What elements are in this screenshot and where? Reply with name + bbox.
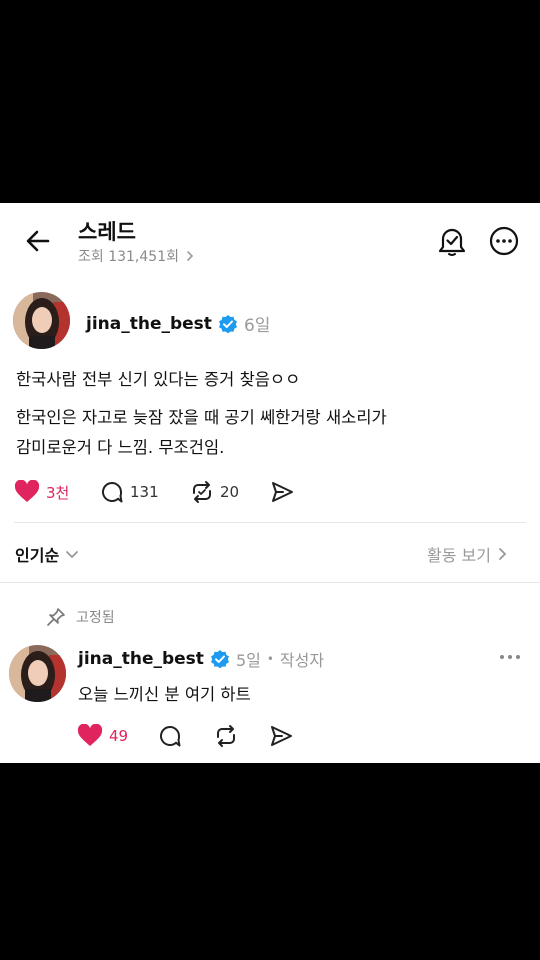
comment-like-button[interactable]: 49	[77, 724, 128, 748]
repost-button[interactable]: 20	[190, 480, 239, 504]
notification-bell-icon	[438, 228, 466, 256]
sort-dropdown[interactable]: 인기순	[15, 542, 79, 566]
reply-button[interactable]: 131	[100, 480, 159, 504]
pin-icon	[47, 608, 65, 626]
comment-age: 5일	[235, 651, 261, 670]
verified-badge-icon	[210, 650, 229, 669]
chevron-right-icon	[187, 251, 194, 261]
post-body-line-1: 한국인은 자고로 늦잠 잤을 때 공기 쎄한거랑 새소리가	[16, 408, 387, 427]
like-button[interactable]: 3천	[14, 480, 69, 504]
repost-icon	[193, 481, 211, 503]
divider	[14, 522, 526, 523]
reply-count: 131	[130, 483, 159, 501]
post-age: 6일	[243, 316, 271, 336]
sort-label: 인기순	[15, 546, 60, 565]
comment-more-button[interactable]	[498, 651, 522, 663]
chevron-down-icon	[66, 551, 79, 559]
page-title: 스레드	[78, 220, 136, 244]
share-icon	[271, 726, 292, 746]
post-author-row: jina_the_best 6일	[86, 311, 271, 337]
divider	[0, 582, 540, 583]
comment-text: 오늘 느끼신 분 여기 하트	[78, 685, 251, 704]
chevron-right-icon	[499, 548, 507, 560]
more-horizontal-icon	[500, 655, 520, 659]
post-body-line-2: 감미로운거 다 느낌. 무조건임.	[16, 438, 225, 457]
post-headline: 한국사람 전부 신기 있다는 증거 찾음ㅇㅇ	[16, 370, 301, 389]
heart-icon	[77, 724, 103, 746]
more-options-icon	[489, 226, 519, 256]
comment-like-count: 49	[109, 727, 129, 745]
meta-separator: •	[266, 652, 274, 666]
reply-icon	[160, 726, 181, 747]
reply-icon	[102, 482, 123, 503]
back-button[interactable]	[24, 227, 52, 255]
notification-button[interactable]	[437, 225, 467, 257]
verified-badge-icon	[218, 314, 237, 333]
repost-count: 20	[220, 483, 240, 501]
comment-username[interactable]: jina_the_best	[78, 649, 204, 669]
comment-reply-button[interactable]	[158, 724, 182, 748]
repost-icon	[217, 725, 235, 747]
view-activity-link[interactable]: 활동 보기	[427, 542, 507, 566]
back-arrow-icon	[26, 230, 50, 252]
pinned-indicator: 고정됨	[46, 607, 115, 627]
heart-icon	[14, 480, 40, 502]
comment-author-avatar[interactable]	[9, 645, 66, 702]
view-activity-label: 활동 보기	[427, 546, 491, 565]
view-count-label: 조회 131,451회	[78, 249, 179, 265]
share-button[interactable]	[270, 480, 294, 504]
more-options-button[interactable]	[489, 226, 519, 256]
pinned-label: 고정됨	[76, 610, 115, 626]
like-count: 3천	[46, 483, 70, 502]
comment-share-button[interactable]	[269, 724, 293, 748]
comment-repost-button[interactable]	[214, 724, 238, 748]
view-count[interactable]: 조회 131,451회	[78, 246, 195, 266]
comment-author-row: jina_the_best 5일 • 작성자	[78, 647, 324, 671]
share-icon	[272, 482, 293, 502]
thread-screen: 스레드 조회 131,451회 jina_the_best 6일 한국사람 전부…	[0, 203, 540, 763]
post-username[interactable]: jina_the_best	[86, 314, 212, 334]
post-author-avatar[interactable]	[13, 292, 70, 349]
author-tag: 작성자	[279, 651, 325, 670]
